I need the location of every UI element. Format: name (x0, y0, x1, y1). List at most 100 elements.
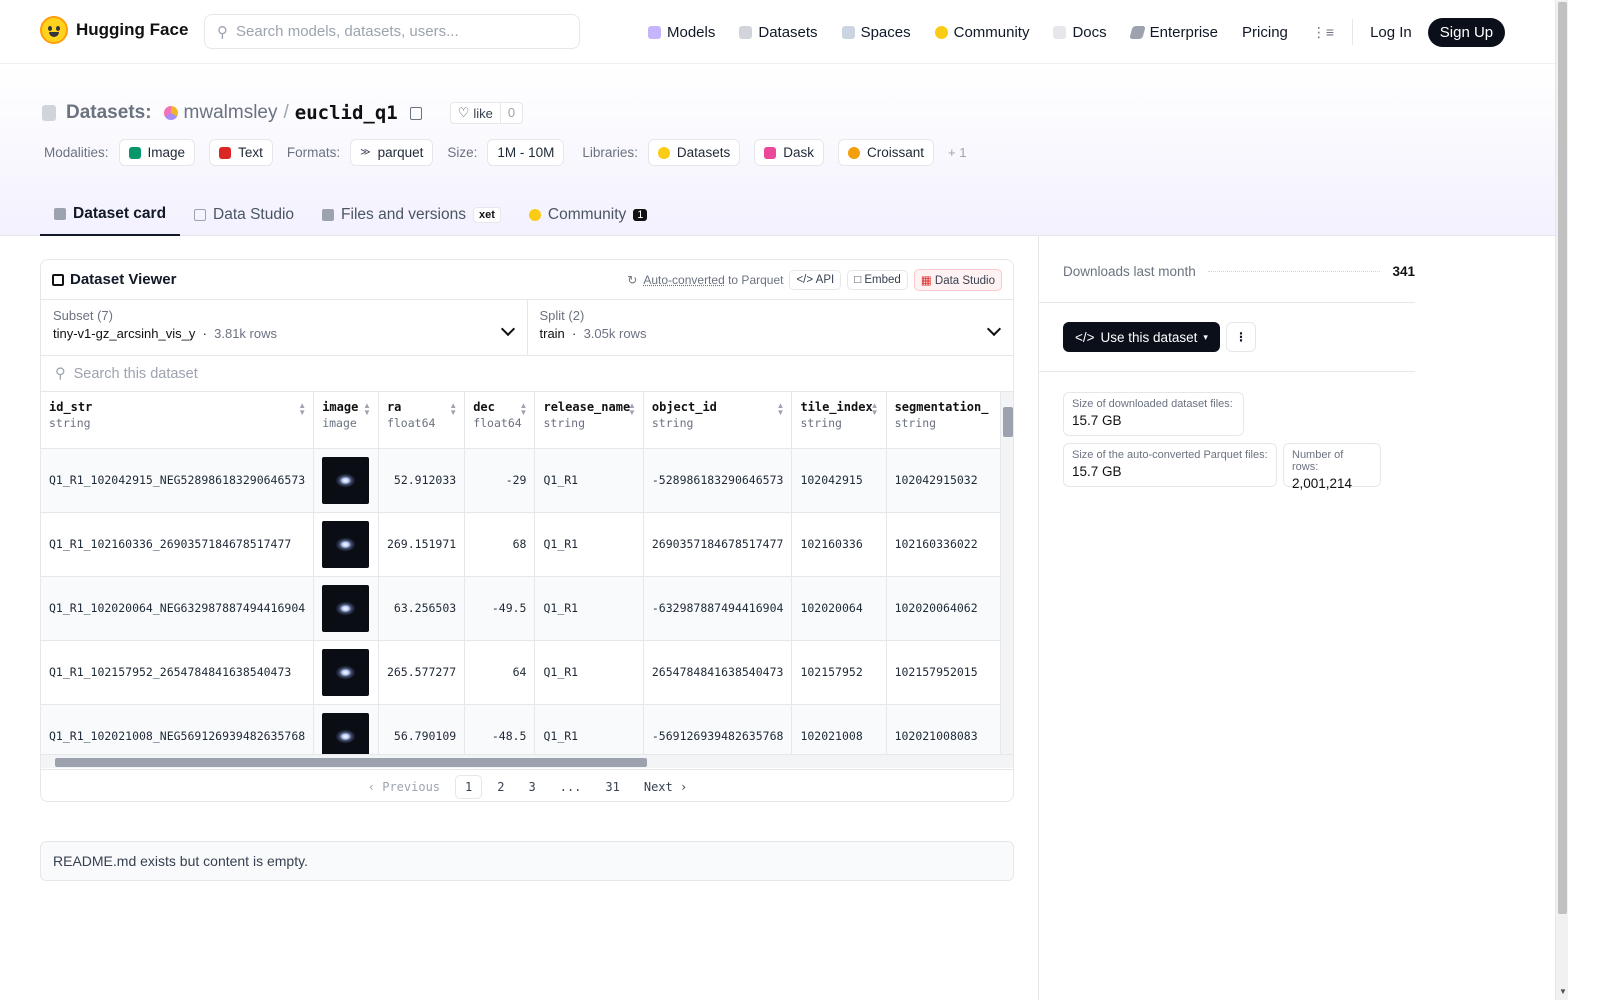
nav-models[interactable]: Models (648, 24, 715, 41)
table-row[interactable]: Q1_R1_102042915_NEG528986183290646573 52.… (41, 448, 1001, 513)
code-icon: </> (1075, 329, 1095, 345)
column-header[interactable]: release_name string ▲ ▼ (534, 392, 644, 449)
chevron-down-icon: ▾ (1203, 331, 1208, 342)
page-1[interactable]: 1 (455, 774, 483, 799)
like-count[interactable]: 0 (501, 103, 522, 123)
column-name: ra (386, 400, 402, 414)
galaxy-thumbnail[interactable] (322, 584, 370, 632)
galaxy-thumbnail[interactable] (322, 712, 370, 755)
previous-label: Previous (382, 779, 441, 794)
table-icon (194, 209, 207, 221)
table-horizontal-scrollbar[interactable] (41, 754, 1013, 768)
enterprise-icon (1128, 25, 1146, 39)
owner-avatar[interactable] (163, 106, 178, 120)
api-button[interactable]: </> API (789, 269, 842, 290)
table-cell: 63.256503 (378, 576, 466, 641)
column-header[interactable]: segmentation_ string (886, 392, 1001, 449)
galaxy-thumbnail[interactable] (322, 520, 370, 568)
owner-link[interactable]: mwalmsley (184, 102, 278, 124)
like-button[interactable]: ♡ like (451, 103, 501, 123)
tab-dataset-card[interactable]: Dataset card (40, 194, 181, 236)
table-cell: 2690357184678517477 (643, 512, 793, 577)
nav-pricing[interactable]: Pricing (1242, 24, 1288, 41)
column-header[interactable]: tile_index string ▲ ▼ (791, 392, 887, 449)
column-header[interactable]: image image ▲ ▼ (313, 392, 379, 449)
tag-dask-label: Dask (783, 145, 814, 160)
sort-icon[interactable]: ▲ ▼ (363, 402, 371, 417)
scroll-thumb[interactable] (55, 758, 647, 767)
table-cell: -569126939482635768 (643, 704, 793, 755)
tag-image[interactable]: Image (118, 139, 196, 166)
column-header[interactable]: dec float64 ▲ ▼ (464, 392, 536, 449)
scroll-thumb[interactable] (1003, 407, 1013, 437)
use-dataset-button[interactable]: </> Use this dataset ▾ (1063, 322, 1220, 352)
top-navigation: Hugging Face ⚲ Search models, datasets, … (0, 0, 1555, 64)
column-header[interactable]: object_id string ▲ ▼ (643, 392, 793, 449)
sort-icon[interactable]: ▲ ▼ (449, 402, 457, 417)
page-2[interactable]: 2 (488, 776, 513, 798)
signup-button[interactable]: Sign Up (1427, 17, 1506, 47)
tag-parquet[interactable]: ≫ parquet (350, 139, 434, 166)
column-type: float64 (473, 416, 522, 430)
global-search-input[interactable]: ⚲ Search models, datasets, users... (204, 14, 580, 49)
nav-enterprise[interactable]: Enterprise (1128, 24, 1218, 41)
parquet-size-value: 15.7 GB (1072, 464, 1122, 479)
nav-community[interactable]: Community (934, 24, 1029, 41)
table-row[interactable]: Q1_R1_102160336_2690357184678517477 269.1… (41, 512, 1001, 577)
tag-datasets-label: Datasets (676, 145, 731, 160)
sort-icon[interactable]: ▲ ▼ (628, 402, 636, 417)
table-vertical-scrollbar[interactable] (1000, 392, 1013, 755)
column-header[interactable]: ra float64 ▲ ▼ (378, 392, 466, 449)
tab-community[interactable]: Community 1 (515, 194, 662, 236)
page-scrollbar[interactable]: ▼ (1555, 0, 1568, 1000)
page-3[interactable]: 3 (519, 776, 544, 798)
more-options-button[interactable]: ⋮ (1226, 322, 1256, 352)
data-studio-button[interactable]: ▦ Data Studio (913, 268, 1002, 291)
tag-size[interactable]: 1M - 10M (487, 139, 565, 166)
more-menu-icon[interactable]: ⋮≡ (1312, 24, 1334, 41)
column-header[interactable]: id_str string ▲ ▼ (41, 392, 315, 449)
table-row[interactable]: Q1_R1_102021008_NEG569126939482635768 56.… (41, 704, 1001, 755)
more-libraries[interactable]: + 1 (948, 145, 966, 160)
sort-icon[interactable]: ▲ ▼ (520, 402, 528, 417)
table-row[interactable]: Q1_R1_102020064_NEG632987887494416904 63.… (41, 576, 1001, 641)
scroll-down-arrow-icon[interactable]: ▼ (1559, 987, 1567, 996)
table-header: id_str string ▲ ▼ image image ▲ ▼ ra float64 ▲ ▼ dec… (41, 392, 1001, 449)
galaxy-thumbnail[interactable] (322, 456, 370, 504)
tag-text[interactable]: Text (209, 139, 273, 166)
subset-rows: 3.81k rows (214, 326, 277, 341)
tag-datasets-lib[interactable]: Datasets (647, 139, 741, 166)
split-select[interactable]: Split (2) train · 3.05k rows (526, 300, 1014, 355)
table-row[interactable]: Q1_R1_102157952_2654784841638540473 265.5… (41, 640, 1001, 705)
next-page-button[interactable]: Next › (635, 776, 696, 798)
nav-spaces[interactable]: Spaces (841, 24, 911, 41)
table-cell: 102020064062 (886, 576, 1001, 641)
nav-datasets[interactable]: Datasets (739, 24, 818, 41)
dataset-name[interactable]: euclid_q1 (295, 102, 398, 124)
sort-icon[interactable]: ▲ ▼ (298, 402, 306, 417)
login-link[interactable]: Log In (1370, 24, 1412, 41)
copy-icon[interactable] (409, 106, 422, 120)
tab-files[interactable]: Files and versions xet (308, 194, 515, 236)
tag-dask[interactable]: Dask (754, 139, 824, 166)
embed-button[interactable]: □ Embed (847, 269, 908, 290)
table-cell: 102020064 (791, 576, 887, 641)
page-31[interactable]: 31 (596, 776, 628, 798)
section-label[interactable]: Datasets: (66, 102, 152, 124)
dataset-search-input[interactable]: ⚲ Search this dataset (41, 356, 1013, 392)
galaxy-thumbnail[interactable] (322, 648, 370, 696)
sort-icon[interactable]: ▲ ▼ (871, 402, 879, 417)
subset-select[interactable]: Subset (7) tiny-v1-gz_arcsinh_vis_y · 3.… (41, 300, 527, 355)
table-cell: 2654784841638540473 (643, 640, 793, 705)
nav-docs[interactable]: Docs (1053, 24, 1107, 41)
next-label: Next (643, 779, 673, 794)
page-scroll-thumb[interactable] (1558, 2, 1567, 914)
previous-page-button[interactable]: ‹ Previous (359, 776, 449, 798)
sort-icon[interactable]: ▲ ▼ (777, 402, 785, 417)
hf-logo[interactable]: Hugging Face (40, 16, 188, 44)
hf-datasets-icon (657, 146, 670, 159)
table-cell: 52.912033 (378, 448, 466, 513)
tag-croissant[interactable]: Croissant (837, 139, 934, 166)
auto-converted-link[interactable]: Auto-converted to Parquet (643, 273, 783, 287)
tab-data-studio[interactable]: Data Studio (180, 194, 308, 236)
